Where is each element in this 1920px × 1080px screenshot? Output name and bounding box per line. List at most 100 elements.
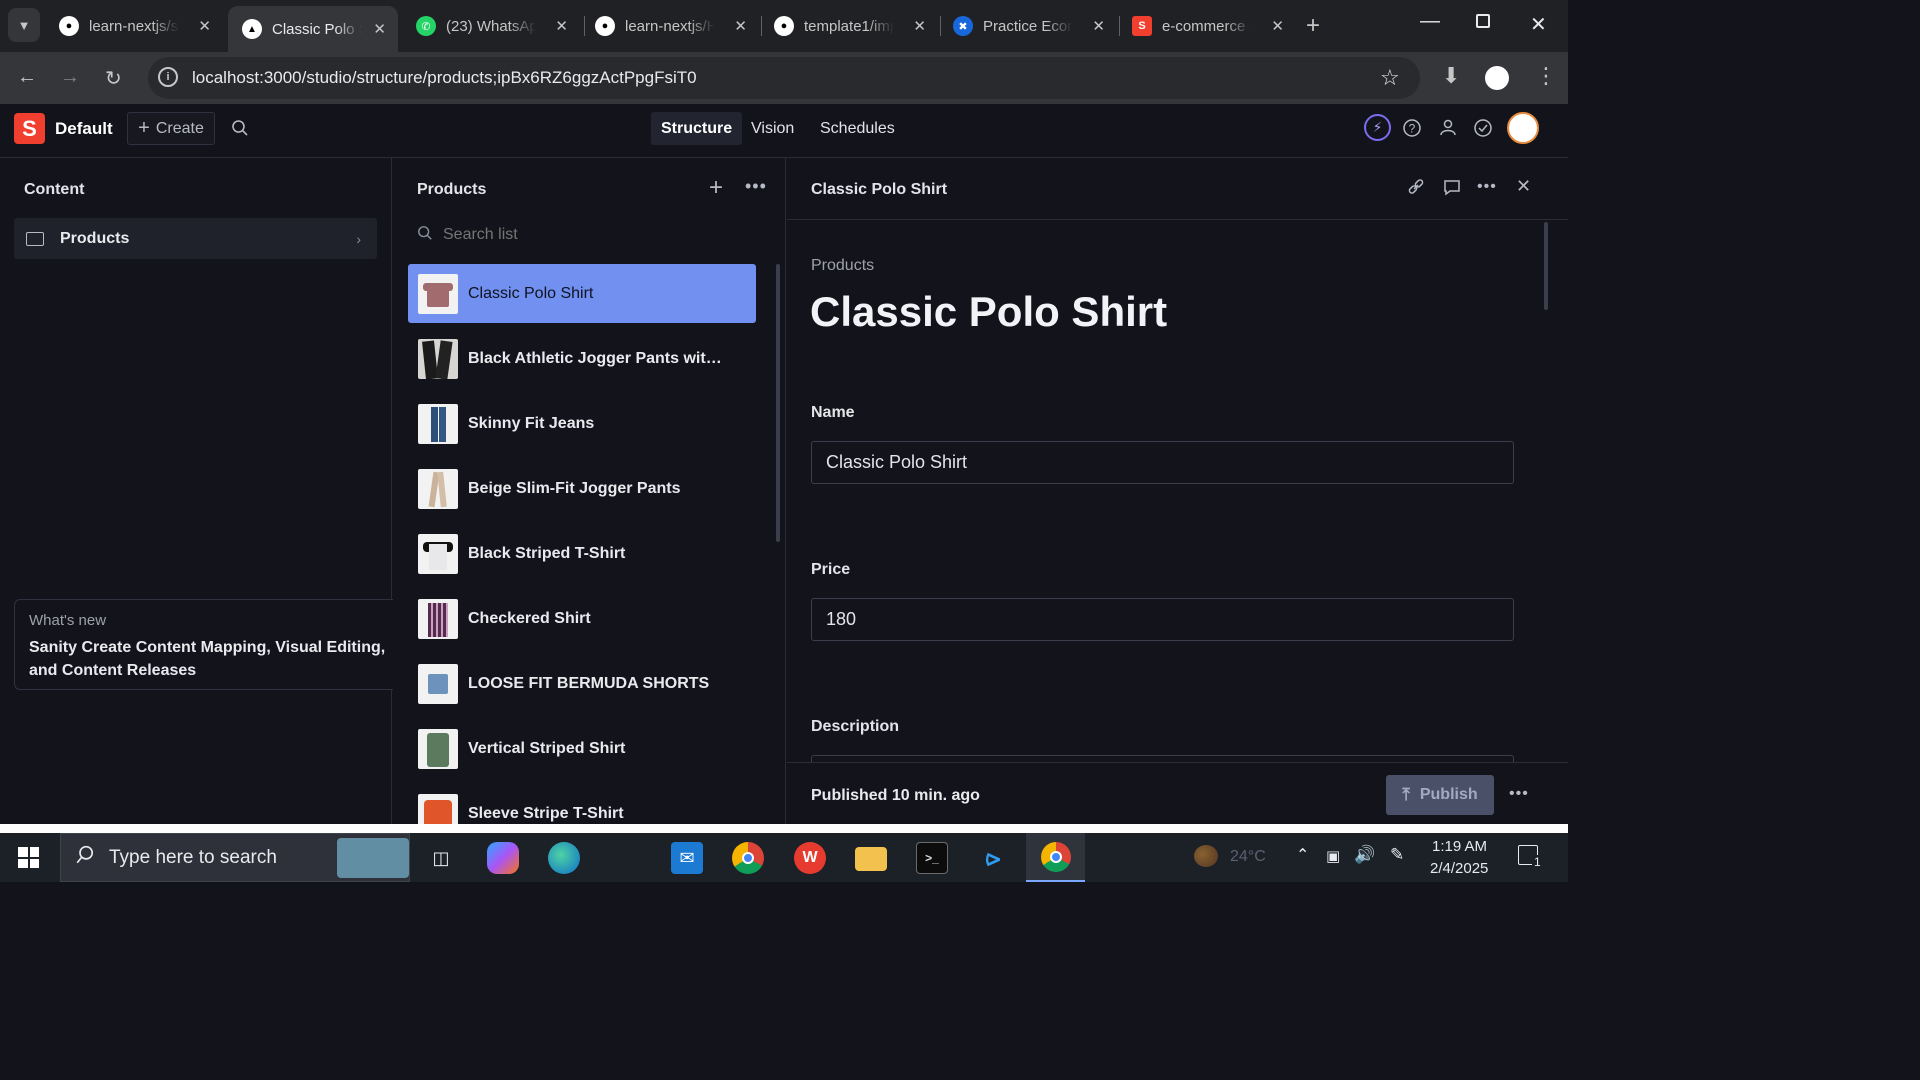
browser-tab-4[interactable]: ● learn-nextjs/H ✕	[581, 8, 759, 44]
list-scrollbar[interactable]	[776, 264, 780, 542]
window-restore-button[interactable]	[1476, 14, 1490, 28]
list-item[interactable]: Sleeve Stripe T-Shirt	[408, 784, 756, 824]
browser-tab-1[interactable]: ● learn-nextjs/st ✕	[45, 8, 223, 44]
close-icon[interactable]: ✕	[1092, 17, 1105, 35]
price-field[interactable]: 180	[811, 598, 1514, 641]
close-icon[interactable]: ✕	[373, 20, 386, 38]
close-icon[interactable]: ✕	[913, 17, 926, 35]
window-close-button[interactable]: ✕	[1530, 12, 1547, 37]
file-explorer-icon[interactable]	[855, 847, 887, 871]
copilot-icon[interactable]	[487, 842, 519, 874]
help-icon[interactable]: ?	[1400, 116, 1424, 140]
site-info-icon[interactable]: i	[158, 67, 178, 87]
publish-button[interactable]: ⤒ Publish	[1386, 775, 1494, 815]
link-icon[interactable]	[1407, 178, 1425, 201]
browser-tab-5[interactable]: ● template1/imp ✕	[760, 8, 938, 44]
window-minimize-button[interactable]: —	[1420, 10, 1440, 33]
sanity-logo[interactable]: S	[14, 113, 45, 144]
microsoft-store-icon[interactable]	[610, 842, 642, 874]
window-bottom-edge	[0, 824, 1568, 833]
check-circle-icon[interactable]	[1471, 116, 1495, 140]
windows-start-icon[interactable]	[18, 847, 39, 868]
chevron-up-icon[interactable]: ⌃	[1296, 845, 1309, 865]
more-horizontal-icon[interactable]: •••	[1477, 178, 1497, 196]
list-search[interactable]	[408, 218, 756, 252]
terminal-icon[interactable]: >_	[916, 842, 948, 874]
tab-label: Classic Polo Sh	[272, 20, 362, 38]
sidebar-item-label: Products	[60, 229, 130, 247]
document-breadcrumb[interactable]: Products	[811, 257, 874, 275]
volume-icon[interactable]: 🔊	[1354, 845, 1375, 865]
pen-icon[interactable]: ✎	[1390, 845, 1404, 865]
workspace-name[interactable]: Default	[55, 119, 113, 139]
name-field[interactable]: Classic Polo Shirt	[811, 441, 1514, 484]
meet-now-icon[interactable]: ▣	[1326, 847, 1340, 865]
chrome-icon[interactable]	[732, 842, 764, 874]
new-tab-button[interactable]: +	[1306, 12, 1320, 40]
close-icon[interactable]: ✕	[1516, 176, 1531, 197]
task-view-icon[interactable]: ◫	[425, 842, 457, 874]
close-icon[interactable]: ✕	[198, 17, 211, 35]
more-horizontal-icon[interactable]: •••	[745, 176, 767, 197]
browser-tab-6[interactable]: ✖ Practice Ecom ✕	[939, 8, 1117, 44]
list-item[interactable]: Black Athletic Jogger Pants with S...	[408, 329, 756, 388]
list-item[interactable]: Black Striped T-Shirt	[408, 524, 756, 583]
close-icon[interactable]: ✕	[1271, 17, 1284, 35]
sidebar-item-products[interactable]: Products ›	[14, 218, 377, 259]
list-item[interactable]: Skinny Fit Jeans	[408, 394, 756, 453]
list-item[interactable]: Vertical Striped Shirt	[408, 719, 756, 778]
weather-icon[interactable]	[1194, 845, 1218, 867]
create-button[interactable]: + Create	[127, 112, 215, 145]
list-item-label: Vertical Striped Shirt	[468, 739, 626, 757]
chrome-active-icon[interactable]	[1026, 833, 1085, 882]
list-item[interactable]: LOOSE FIT BERMUDA SHORTS	[408, 654, 756, 713]
comment-icon[interactable]	[1443, 178, 1461, 201]
whats-new-card[interactable]: What's new Sanity Create Content Mapping…	[14, 599, 407, 690]
striped-tshirt-thumb-image	[418, 533, 458, 574]
list-item[interactable]: Classic Polo Shirt	[408, 264, 756, 323]
document-scrollbar[interactable]	[1544, 222, 1548, 310]
content-pane: Content Products › What's new Sanity Cre…	[0, 158, 407, 824]
search-icon[interactable]	[228, 116, 252, 140]
list-item[interactable]: Checkered Shirt	[408, 589, 756, 648]
vscode-icon[interactable]: ⪧	[977, 842, 1009, 874]
wps-office-icon[interactable]: W	[794, 842, 826, 874]
browser-tab-2-active[interactable]: ▲ Classic Polo Sh ✕	[228, 6, 398, 52]
users-icon[interactable]	[1436, 116, 1460, 140]
taskbar-search[interactable]: Type here to search	[60, 833, 410, 882]
search-list-input[interactable]	[443, 226, 743, 244]
tab-schedules[interactable]: Schedules	[810, 112, 905, 145]
lightning-icon[interactable]: ⚡	[1364, 114, 1391, 141]
close-icon[interactable]: ✕	[555, 17, 568, 35]
list-item[interactable]: Beige Slim-Fit Jogger Pants	[408, 459, 756, 518]
list-pane-title: Products	[417, 181, 487, 198]
browser-tab-7[interactable]: S e-commerce - ✕	[1118, 8, 1296, 44]
edge-icon[interactable]	[548, 842, 580, 874]
tab-search-button[interactable]: ▼	[8, 8, 40, 42]
address-bar[interactable]: i localhost:3000/studio/structure/produc…	[148, 57, 1420, 99]
more-horizontal-icon[interactable]: •••	[1509, 785, 1529, 803]
vertical-shirt-thumb-image	[418, 728, 458, 769]
browser-tab-3[interactable]: ✆ (23) WhatsApp ✕	[402, 8, 580, 44]
profile-avatar[interactable]	[1485, 66, 1509, 90]
tab-label: learn-nextjs/st	[89, 17, 179, 35]
back-arrow-icon[interactable]: ←	[17, 66, 37, 89]
jogger-thumb-image	[418, 338, 458, 379]
download-icon[interactable]: ⬇	[1442, 63, 1460, 89]
user-avatar[interactable]	[1507, 112, 1539, 144]
close-icon[interactable]: ✕	[734, 17, 747, 35]
reload-icon[interactable]: ↻	[105, 66, 122, 91]
add-document-button[interactable]: +	[709, 174, 723, 202]
tab-vision[interactable]: Vision	[741, 112, 804, 145]
bookmark-star-icon[interactable]: ☆	[1380, 65, 1400, 91]
mail-icon[interactable]: ✉	[671, 842, 703, 874]
more-vertical-icon[interactable]: ⋮	[1535, 63, 1557, 89]
list-item-label: Black Athletic Jogger Pants with S...	[468, 349, 730, 367]
forward-arrow-icon[interactable]: →	[60, 66, 80, 89]
weather-temperature[interactable]: 24°C	[1230, 848, 1266, 866]
tab-structure[interactable]: Structure	[651, 112, 743, 145]
clock-date[interactable]: 2/4/2025	[1430, 860, 1488, 877]
price-field-value: 180	[826, 609, 857, 629]
clock-time[interactable]: 1:19 AM	[1432, 838, 1487, 855]
name-field-label: Name	[811, 404, 855, 421]
